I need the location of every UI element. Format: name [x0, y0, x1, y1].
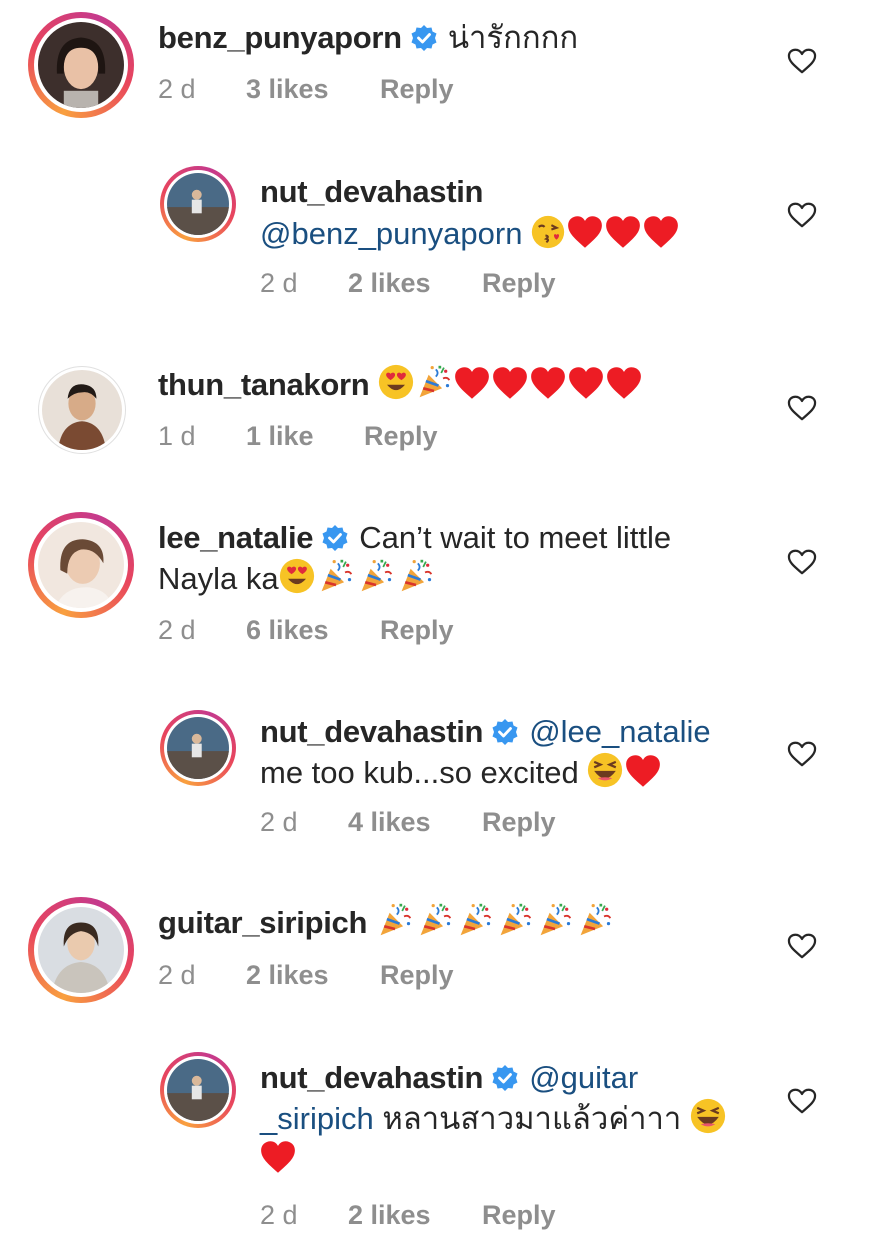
- reply-button[interactable]: Reply: [380, 615, 454, 646]
- likes-count[interactable]: 2 likes: [348, 1200, 482, 1231]
- likes-count[interactable]: 2 likes: [246, 960, 380, 991]
- avatar[interactable]: [160, 710, 236, 786]
- username[interactable]: nut_devahastin: [260, 174, 483, 209]
- comment-text: me too kub...so excited: [260, 755, 579, 790]
- verified-badge-icon: [410, 24, 438, 52]
- mention-link[interactable]: @benz_punyaporn: [260, 216, 522, 251]
- red-heart-emoji: [492, 366, 528, 400]
- red-heart-emoji: [260, 1140, 296, 1174]
- red-heart-emoji: [567, 215, 603, 249]
- red-heart-emoji: [605, 215, 641, 249]
- timestamp: 2 d: [260, 1200, 298, 1230]
- reply-button[interactable]: Reply: [380, 960, 454, 991]
- username[interactable]: lee_natalie: [158, 520, 314, 555]
- username[interactable]: benz_punyaporn: [158, 20, 402, 55]
- reply-button[interactable]: Reply: [482, 268, 556, 299]
- heart-eyes-emoji: [279, 558, 315, 594]
- heart-outline-icon[interactable]: [787, 740, 817, 768]
- timestamp: 2 d: [158, 74, 196, 104]
- heart-outline-icon[interactable]: [787, 201, 817, 229]
- avatar[interactable]: [28, 12, 134, 118]
- party-popper-emoji: [496, 902, 534, 938]
- verified-badge-icon: [491, 1064, 519, 1092]
- party-popper-emoji: [317, 558, 355, 594]
- avatar[interactable]: [28, 512, 134, 618]
- heart-outline-icon[interactable]: [787, 932, 817, 960]
- grinning-squinting-emoji: [587, 752, 623, 788]
- party-popper-emoji: [416, 902, 454, 938]
- avatar[interactable]: [38, 366, 126, 454]
- heart-outline-icon[interactable]: [787, 548, 817, 576]
- profile-photo: [42, 370, 122, 450]
- avatar[interactable]: [28, 897, 134, 1003]
- red-heart-emoji: [568, 366, 604, 400]
- timestamp: 2 d: [260, 268, 298, 298]
- mention-link[interactable]: @guitar: [529, 1060, 638, 1095]
- comment-text: Can’t wait to meet little: [359, 520, 672, 555]
- verified-badge-icon: [491, 718, 519, 746]
- verified-badge-icon: [321, 524, 349, 552]
- party-popper-emoji: [576, 902, 614, 938]
- timestamp: 1 d: [158, 421, 196, 451]
- timestamp: 2 d: [158, 615, 196, 645]
- red-heart-emoji: [606, 366, 642, 400]
- face-blowing-kiss-emoji: [531, 215, 565, 249]
- party-popper-emoji: [416, 364, 452, 400]
- profile-photo: [38, 22, 124, 108]
- avatar[interactable]: [160, 1052, 236, 1128]
- username[interactable]: thun_tanakorn: [158, 367, 370, 402]
- heart-outline-icon[interactable]: [787, 47, 817, 75]
- username[interactable]: guitar_siripich: [158, 905, 367, 940]
- reply-button[interactable]: Reply: [482, 807, 556, 838]
- profile-photo: [167, 717, 229, 779]
- comment-text: หลานสาวมาแล้วค่าาา: [382, 1101, 682, 1136]
- red-heart-emoji: [643, 215, 679, 249]
- comment-text: น่ารักกกก: [447, 20, 579, 55]
- profile-photo: [167, 173, 229, 235]
- likes-count[interactable]: 6 likes: [246, 615, 380, 646]
- avatar[interactable]: [160, 166, 236, 242]
- likes-count[interactable]: 1 like: [246, 421, 364, 452]
- reply-button[interactable]: Reply: [364, 421, 438, 452]
- party-popper-emoji: [376, 902, 414, 938]
- profile-photo: [38, 522, 124, 608]
- timestamp: 2 d: [260, 807, 298, 837]
- reply-button[interactable]: Reply: [482, 1200, 556, 1231]
- comment-text-continued: Nayla ka: [158, 561, 279, 596]
- party-popper-emoji: [397, 558, 435, 594]
- timestamp: 2 d: [158, 960, 196, 990]
- red-heart-emoji: [625, 754, 661, 788]
- reply-button[interactable]: Reply: [380, 74, 454, 105]
- profile-photo: [38, 907, 124, 993]
- likes-count[interactable]: 2 likes: [348, 268, 482, 299]
- profile-photo: [167, 1059, 229, 1121]
- party-popper-emoji: [536, 902, 574, 938]
- username[interactable]: nut_devahastin: [260, 714, 483, 749]
- username[interactable]: nut_devahastin: [260, 1060, 483, 1095]
- likes-count[interactable]: 4 likes: [348, 807, 482, 838]
- grinning-squinting-emoji: [690, 1098, 726, 1134]
- mention-link-continued[interactable]: _siripich: [260, 1101, 374, 1136]
- heart-outline-icon[interactable]: [787, 1087, 817, 1115]
- party-popper-emoji: [357, 558, 395, 594]
- heart-outline-icon[interactable]: [787, 394, 817, 422]
- heart-eyes-emoji: [378, 364, 414, 400]
- red-heart-emoji: [454, 366, 490, 400]
- mention-link[interactable]: @lee_natalie: [529, 714, 710, 749]
- likes-count[interactable]: 3 likes: [246, 74, 380, 105]
- party-popper-emoji: [456, 902, 494, 938]
- red-heart-emoji: [530, 366, 566, 400]
